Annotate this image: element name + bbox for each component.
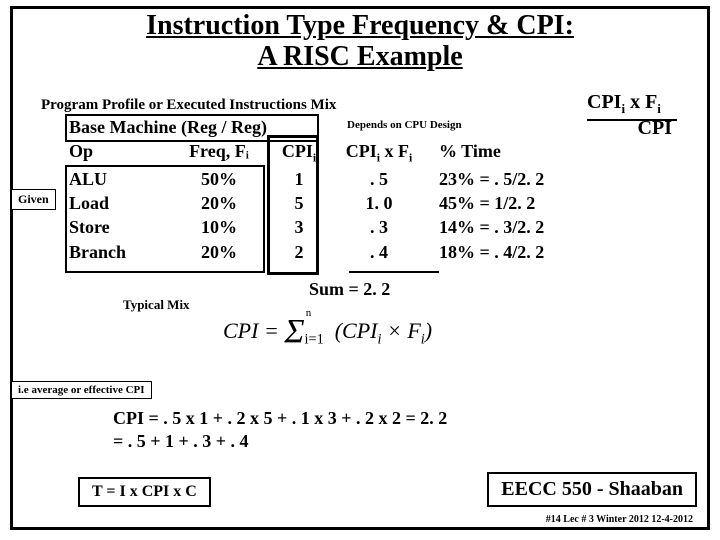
time-formula-box: T = I x CPI x C [78, 477, 211, 507]
profile-label: Program Profile or Executed Instructions… [41, 97, 336, 114]
table-row: ALU 50% 1 . 5 23% = . 5/2. 2 [69, 167, 589, 191]
cpi-summation-formula: CPI = Σi=1n (CPIi × Fi) [223, 309, 432, 348]
footer-info: #14 Lec # 3 Winter 2012 12-4-2012 [546, 514, 693, 525]
given-label: Given [11, 189, 56, 210]
table-row: Store 10% 3 . 3 14% = . 3/2. 2 [69, 215, 589, 239]
table-row: Branch 20% 2 . 4 18% = . 4/2. 2 [69, 240, 589, 264]
typical-mix-label: Typical Mix [123, 297, 190, 313]
sum-rule [349, 271, 439, 273]
cpi-denominator: CPI [638, 117, 672, 140]
avg-cpi-label: i.e average or effective CPI [11, 381, 152, 399]
course-box: EECC 550 - Shaaban [487, 472, 697, 507]
data-table: Base Machine (Reg / Reg) Op Freq, Fᵢ CPI… [69, 115, 589, 264]
cpi-calculation: CPI = . 5 x 1 + . 2 x 5 + . 1 x 3 + . 2 … [113, 407, 447, 454]
table-row: Load 20% 5 1. 0 45% = 1/2. 2 [69, 191, 589, 215]
slide-title: Instruction Type Frequency & CPI: A RISC… [13, 11, 707, 73]
sum-value: Sum = 2. 2 [309, 279, 390, 300]
